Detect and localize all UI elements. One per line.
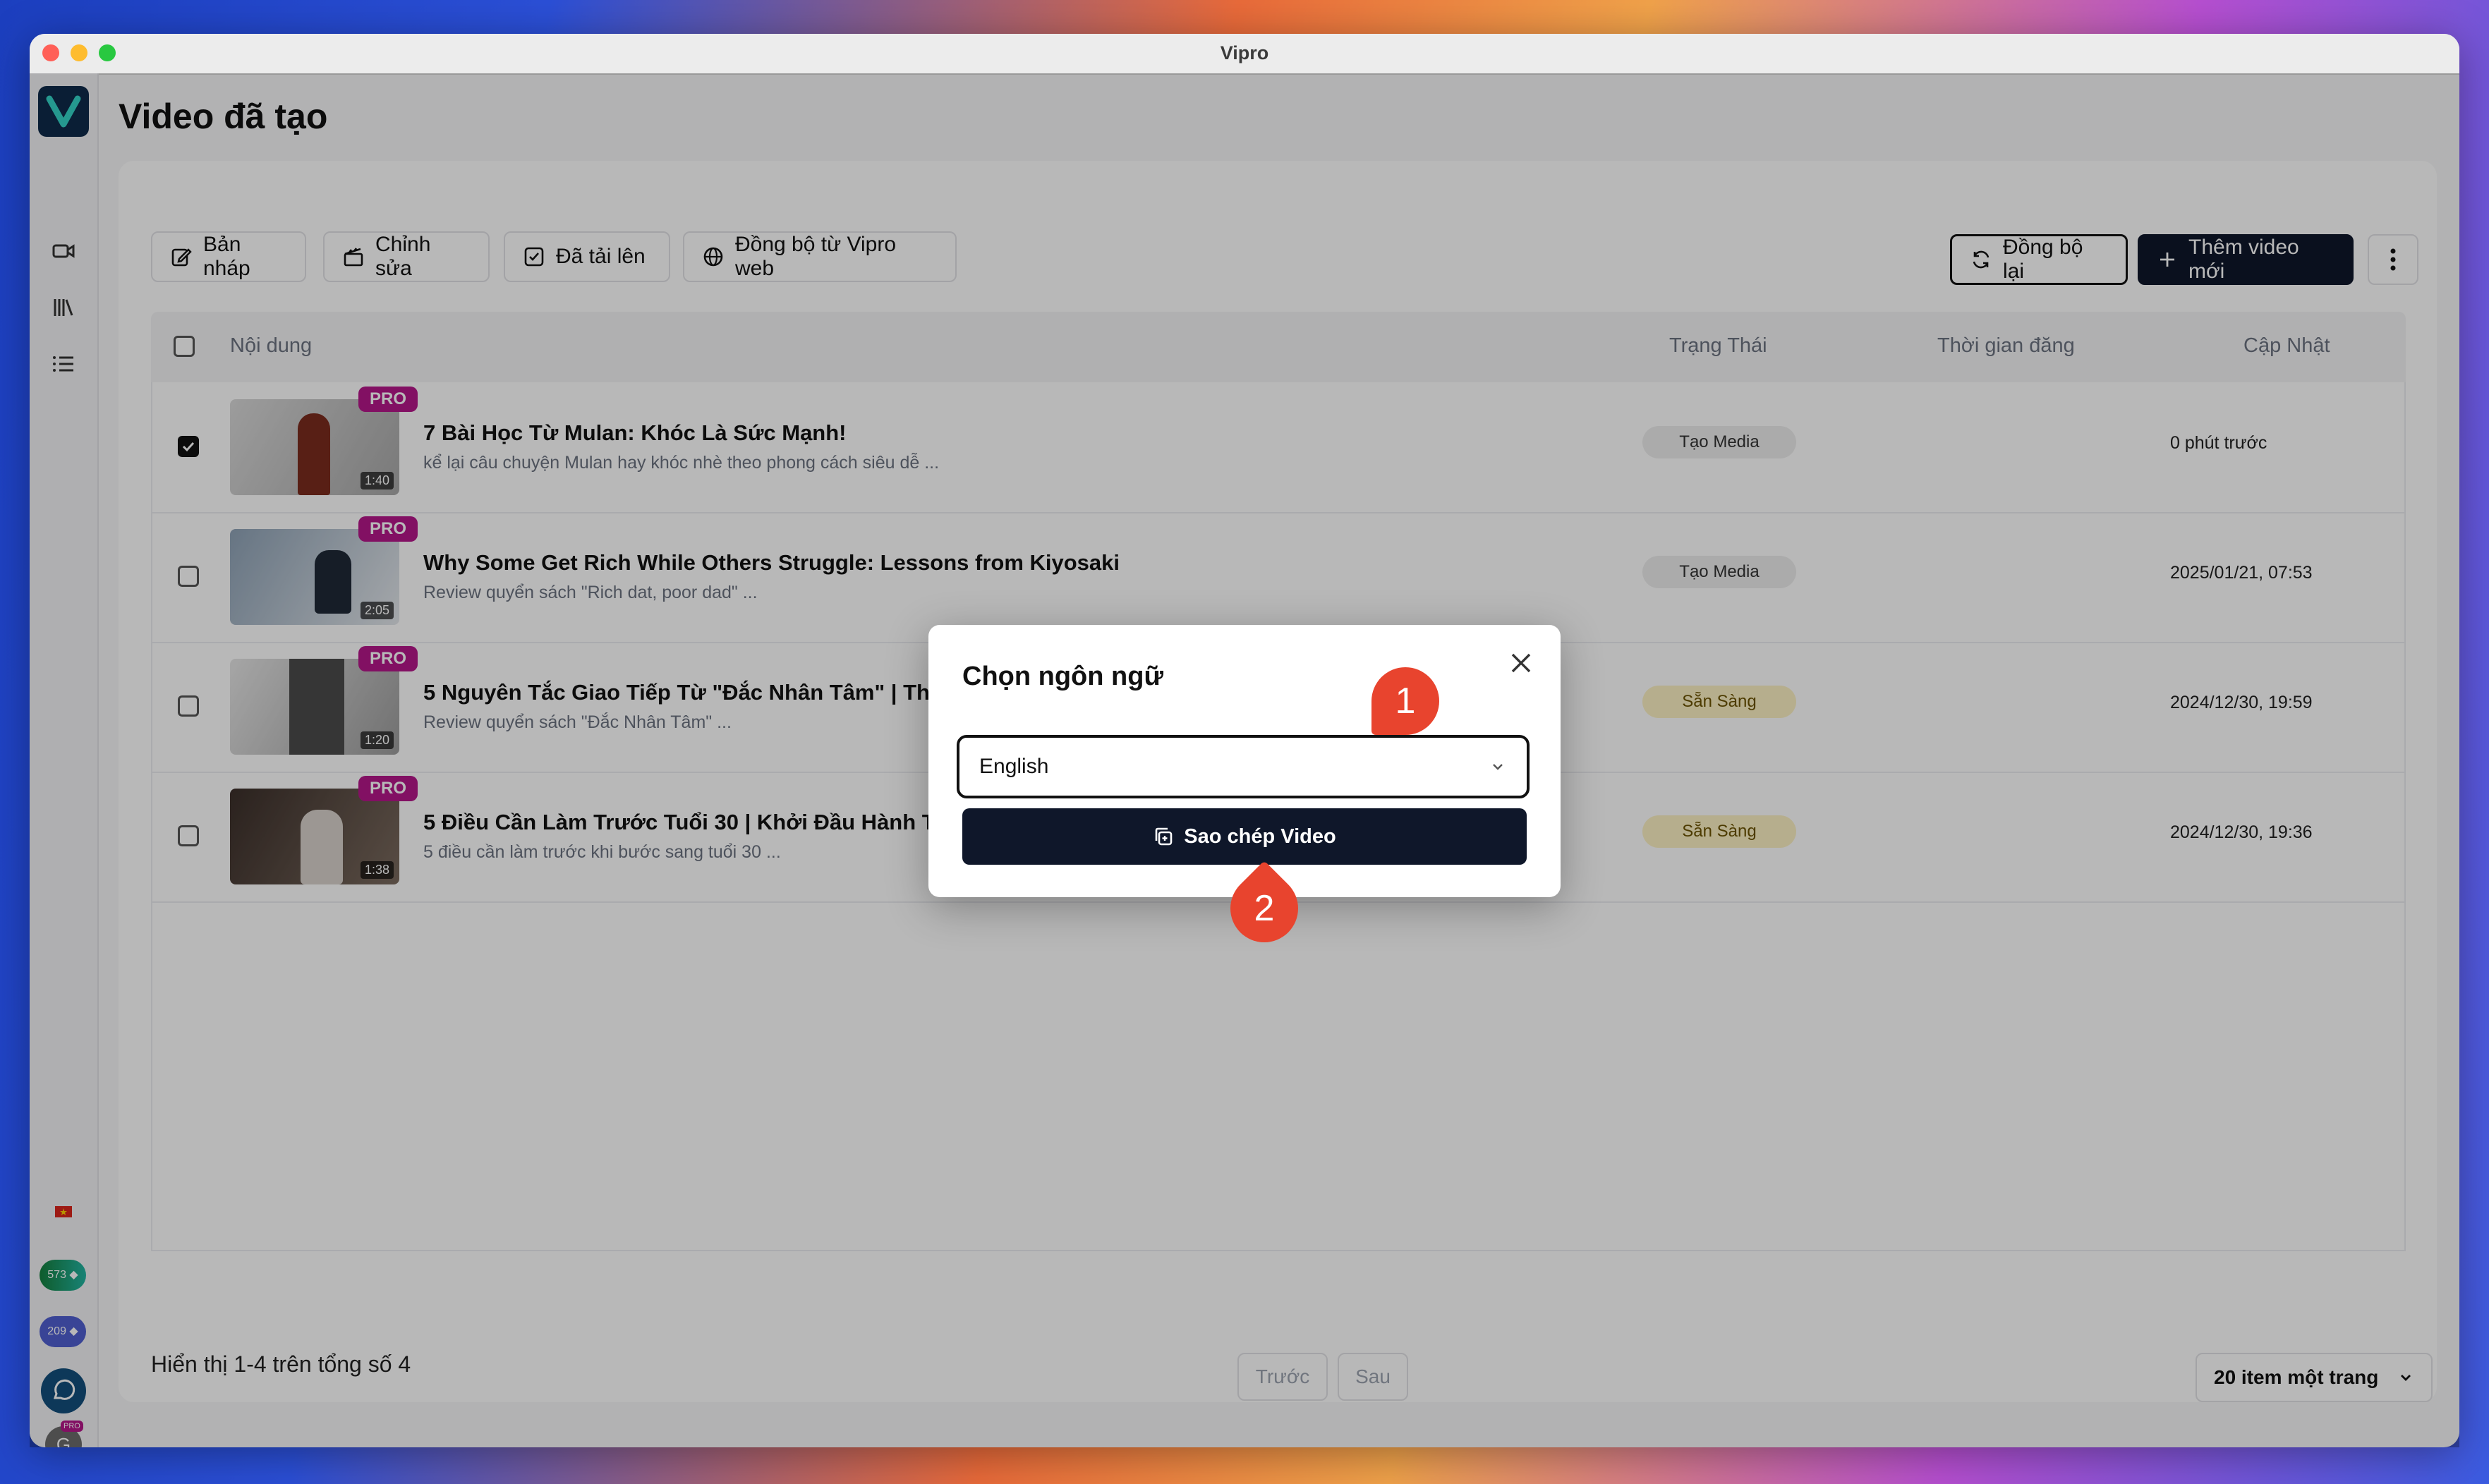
chevron-down-icon [1493,764,1503,770]
title-bar: Vipro [30,34,2459,75]
copy-icon [1155,827,1173,846]
dialog-title: Chọn ngôn ngữ [962,662,1163,691]
language-select[interactable]: English [957,735,1530,798]
step-marker-2: 2 [1216,860,1312,956]
copy-video-button[interactable]: Sao chép Video [962,808,1527,865]
step-marker-1: 1 [1371,667,1439,735]
close-icon[interactable] [1507,649,1535,677]
window-title: Vipro [1220,42,1269,63]
language-dialog: Chọn ngôn ngữ English Sao chép Video [928,625,1561,897]
